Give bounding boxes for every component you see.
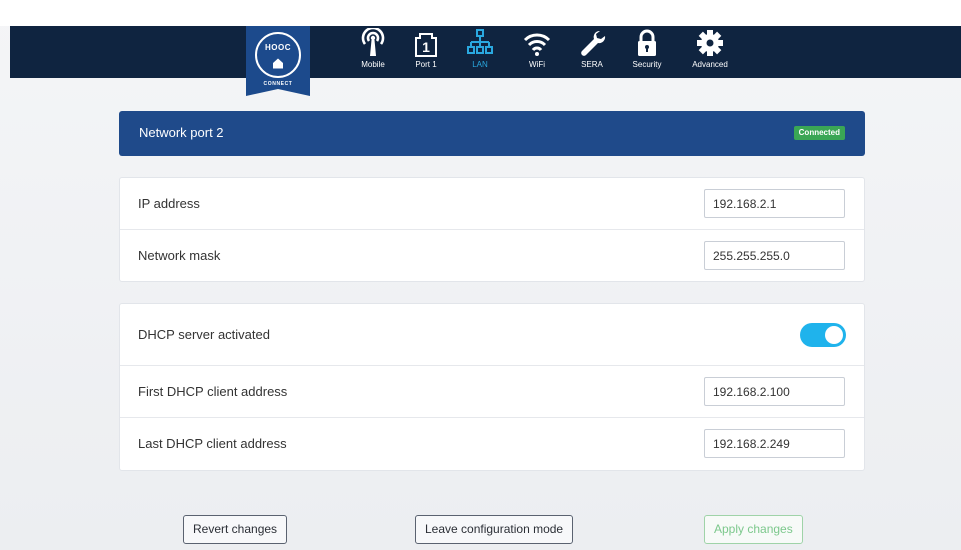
network-mask-row: Network mask [120,230,864,282]
logo-circle: HOOC [255,32,301,78]
dhcp-server-label: DHCP server activated [138,327,270,342]
gear-icon [697,30,723,56]
nav-label-mobile: Mobile [361,60,385,69]
wifi-icon [523,33,551,56]
top-strip [0,0,961,26]
port-1-icon: 1 [415,33,437,57]
nav-label-advanced: Advanced [692,60,728,69]
first-dhcp-input[interactable] [704,377,845,406]
toggle-knob [825,326,843,344]
nav-item-mobile[interactable]: Mobile [356,28,390,74]
revert-changes-button[interactable]: Revert changes [183,515,288,544]
leave-configuration-button[interactable]: Leave configuration mode [415,515,574,544]
nav-label-wifi: WiFi [529,60,545,69]
hooc-logo[interactable]: HOOC CONNECT [246,26,310,96]
dhcp-server-row: DHCP server activated [120,304,864,366]
last-dhcp-label: Last DHCP client address [138,436,287,451]
first-dhcp-label: First DHCP client address [138,384,288,399]
ip-address-input[interactable] [704,189,845,218]
nav-item-security[interactable]: Security [627,28,667,74]
nav-label-lan: LAN [472,60,488,69]
network-port-header: Network port 2 Connected [119,111,865,156]
page-title: Network port 2 [139,125,224,140]
house-icon [273,58,283,69]
network-mask-input[interactable] [704,241,845,270]
lan-network-icon [467,29,493,54]
apply-changes-button[interactable]: Apply changes [704,515,803,544]
nav-item-lan[interactable]: LAN [466,28,494,74]
logo-text: HOOC [265,43,291,52]
nav-label-sera: SERA [581,60,603,69]
logo-subtitle: CONNECT [263,81,293,87]
nav-label-security: Security [632,60,662,69]
nav-label-port-1: Port 1 [415,60,437,69]
dhcp-server-toggle[interactable] [800,323,846,347]
status-badge: Connected [793,126,845,140]
network-settings-card: IP address Network mask [119,177,865,282]
first-dhcp-row: First DHCP client address [120,366,864,418]
lock-icon [638,29,656,56]
ip-address-row: IP address [120,178,864,230]
nav-item-sera[interactable]: SERA [576,28,608,74]
dhcp-settings-card: DHCP server activated First DHCP client … [119,303,865,471]
network-mask-label: Network mask [138,248,221,263]
wrench-icon [581,30,606,56]
last-dhcp-input[interactable] [704,429,845,458]
antenna-icon [361,28,385,56]
nav-item-port-1[interactable]: 1 Port 1 [411,28,441,74]
last-dhcp-row: Last DHCP client address [120,418,864,470]
nav-item-advanced[interactable]: Advanced [688,28,732,74]
nav-item-wifi[interactable]: WiFi [522,28,552,74]
svg-text:1: 1 [422,39,430,55]
ip-address-label: IP address [138,196,200,211]
